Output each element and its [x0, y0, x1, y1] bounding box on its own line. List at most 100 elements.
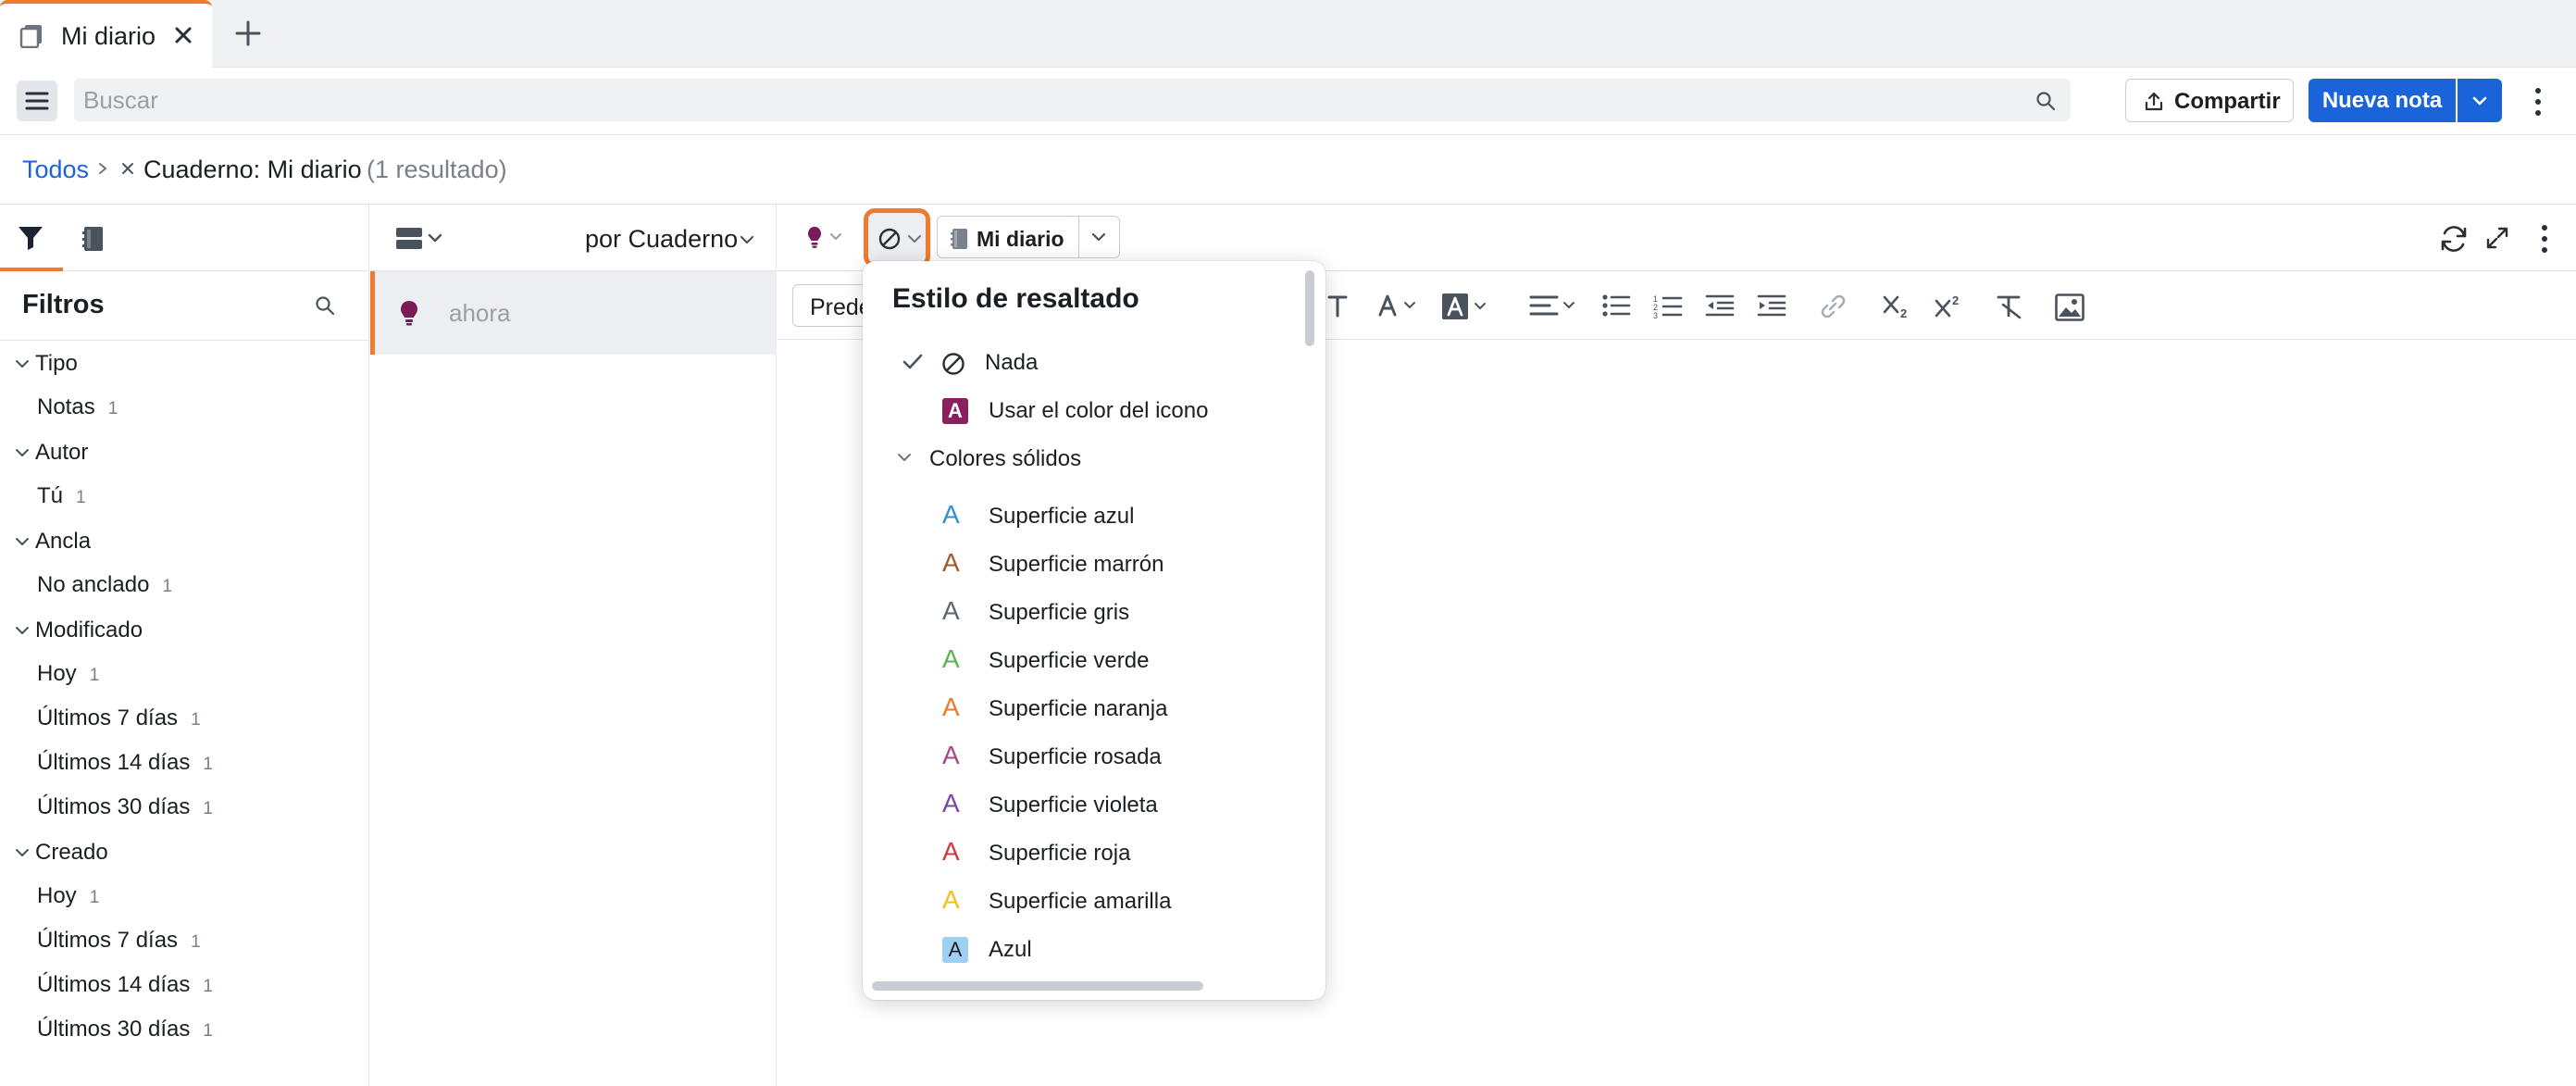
- note-icon-picker[interactable]: [805, 225, 848, 251]
- share-label: Compartir: [2174, 89, 2281, 114]
- menu-item-color[interactable]: A Superficie naranja: [863, 685, 1307, 733]
- top-toolbar: Compartir Nueva nota: [0, 68, 2576, 135]
- sync-icon[interactable]: [2438, 223, 2470, 255]
- filter-item[interactable]: Últimos 14 días 1: [37, 972, 213, 998]
- chevron-down-icon: [908, 235, 921, 243]
- filter-group-ancla[interactable]: Ancla: [15, 529, 348, 560]
- highlight-style-button[interactable]: [864, 208, 930, 268]
- subscript-icon[interactable]: 2: [1883, 293, 1914, 319]
- filter-group-modificado[interactable]: Modificado: [15, 618, 348, 649]
- chevron-down-icon: [1091, 232, 1106, 242]
- filter-item[interactable]: Notas 1: [37, 394, 118, 420]
- filter-item[interactable]: Últimos 7 días 1: [37, 928, 201, 954]
- numbered-list-icon[interactable]: 123: [1653, 293, 1683, 319]
- svg-text:3: 3: [1653, 311, 1658, 319]
- menu-item-color[interactable]: A Superficie violeta: [863, 781, 1307, 830]
- note-title: ahora: [449, 299, 511, 327]
- share-button[interactable]: Compartir: [2125, 79, 2294, 122]
- letter-a-icon: A: [942, 596, 960, 625]
- menu-item-color[interactable]: A Superficie verde: [863, 637, 1307, 685]
- close-icon[interactable]: [172, 24, 194, 46]
- list-item[interactable]: ahora: [370, 271, 777, 355]
- menu-item-color[interactable]: A Superficie roja: [863, 830, 1307, 878]
- letter-a-icon: A: [942, 885, 960, 914]
- filter-group-autor[interactable]: Autor: [15, 440, 348, 471]
- plus-icon[interactable]: [233, 19, 263, 48]
- divider: [0, 340, 369, 341]
- result-count: (1 resultado): [367, 156, 507, 183]
- upload-icon: [2145, 92, 2163, 111]
- horizontal-scrollbar[interactable]: [872, 981, 1203, 991]
- more-vertical-icon[interactable]: [2527, 86, 2549, 118]
- highlight-color-icon[interactable]: [1442, 293, 1494, 319]
- text-color-icon[interactable]: [1377, 293, 1422, 318]
- remove-filter-icon[interactable]: [120, 161, 135, 176]
- expand-icon[interactable]: [2484, 225, 2510, 251]
- menu-title: Estilo de resaltado: [892, 283, 1139, 314]
- menu-item-color[interactable]: A Superficie amarilla: [863, 878, 1307, 926]
- chevron-down-icon: [16, 849, 29, 856]
- image-icon[interactable]: [2055, 293, 2084, 321]
- filter-item[interactable]: Últimos 30 días 1: [37, 1017, 213, 1042]
- chevron-down-icon: [2472, 96, 2487, 106]
- svg-text:2: 2: [1900, 306, 1907, 319]
- align-icon[interactable]: [1529, 293, 1581, 318]
- more-vertical-icon[interactable]: [2536, 223, 2553, 255]
- menu-item-color[interactable]: A Azul: [863, 926, 1307, 974]
- vertical-scrollbar[interactable]: [1305, 270, 1314, 346]
- outdent-icon[interactable]: [1705, 293, 1735, 318]
- ban-icon: [942, 353, 964, 375]
- notebook-icon: [951, 229, 967, 249]
- letter-a-icon: A: [942, 693, 960, 721]
- notebook-button[interactable]: Mi diario: [937, 216, 1079, 258]
- notebook-label: Mi diario: [977, 227, 1064, 251]
- menu-item-icon-color[interactable]: A Usar el color del icono: [863, 387, 1307, 435]
- tab-filters[interactable]: [0, 205, 63, 271]
- notebook-dropdown-button[interactable]: [1079, 216, 1120, 258]
- notebook-icon[interactable]: [80, 225, 107, 253]
- ban-icon: [878, 228, 901, 250]
- indent-icon[interactable]: [1757, 293, 1786, 318]
- chevron-down-icon: [898, 454, 911, 461]
- breadcrumb-all-link[interactable]: Todos: [22, 156, 89, 184]
- filter-group-creado[interactable]: Creado: [15, 840, 348, 871]
- search-icon[interactable]: [315, 295, 335, 316]
- filter-item[interactable]: Hoy 1: [37, 661, 99, 687]
- search-icon[interactable]: [2035, 91, 2056, 111]
- letter-a-icon: A: [942, 500, 960, 529]
- menu-item-color[interactable]: A Superficie gris: [863, 589, 1307, 637]
- sort-selector[interactable]: por Cuaderno: [585, 225, 738, 254]
- filter-item[interactable]: Últimos 14 días 1: [37, 750, 213, 776]
- tab-mi-diario[interactable]: Mi diario: [0, 0, 212, 68]
- menu-button[interactable]: [17, 81, 57, 121]
- filter-item[interactable]: Tú 1: [37, 483, 86, 509]
- color-chip: A: [942, 937, 968, 963]
- filter-item[interactable]: No anclado 1: [37, 572, 172, 598]
- filter-group-tipo[interactable]: Tipo: [15, 351, 348, 382]
- filter-item[interactable]: Hoy 1: [37, 883, 99, 909]
- link-icon[interactable]: [1818, 293, 1848, 319]
- clear-formatting-icon[interactable]: [1996, 293, 2023, 319]
- filter-item[interactable]: Últimos 7 días 1: [37, 705, 201, 731]
- menu-item-color[interactable]: A Superficie rosada: [863, 733, 1307, 781]
- new-note-button[interactable]: Nueva nota: [2308, 79, 2456, 122]
- tab-title: Mi diario: [61, 22, 156, 50]
- notebook-stack-icon: [19, 22, 44, 48]
- font-size-icon[interactable]: [1327, 293, 1348, 318]
- list-header: por Cuaderno: [370, 205, 777, 271]
- menu-item-color[interactable]: A Superficie marrón: [863, 541, 1307, 589]
- search-input[interactable]: [83, 82, 2009, 118]
- chevron-down-icon: [16, 627, 29, 634]
- view-layout-icon[interactable]: [394, 225, 446, 253]
- filter-item[interactable]: Últimos 30 días 1: [37, 794, 213, 820]
- menu-item-color[interactable]: A Superficie azul: [863, 493, 1307, 541]
- bullet-list-icon[interactable]: [1601, 293, 1631, 318]
- checkmark-icon: [902, 354, 923, 369]
- superscript-icon[interactable]: 2: [1935, 293, 1966, 319]
- menu-item-none[interactable]: Nada: [863, 339, 1307, 387]
- filters-panel: Filtros Tipo Notas 1 Autor Tú 1 Ancla No a…: [0, 205, 369, 1086]
- menu-group-solid-colors[interactable]: Colores sólidos: [896, 437, 1285, 481]
- svg-text:2: 2: [1952, 293, 1959, 307]
- new-note-dropdown-button[interactable]: [2458, 79, 2502, 122]
- chevron-down-icon: [16, 449, 29, 456]
